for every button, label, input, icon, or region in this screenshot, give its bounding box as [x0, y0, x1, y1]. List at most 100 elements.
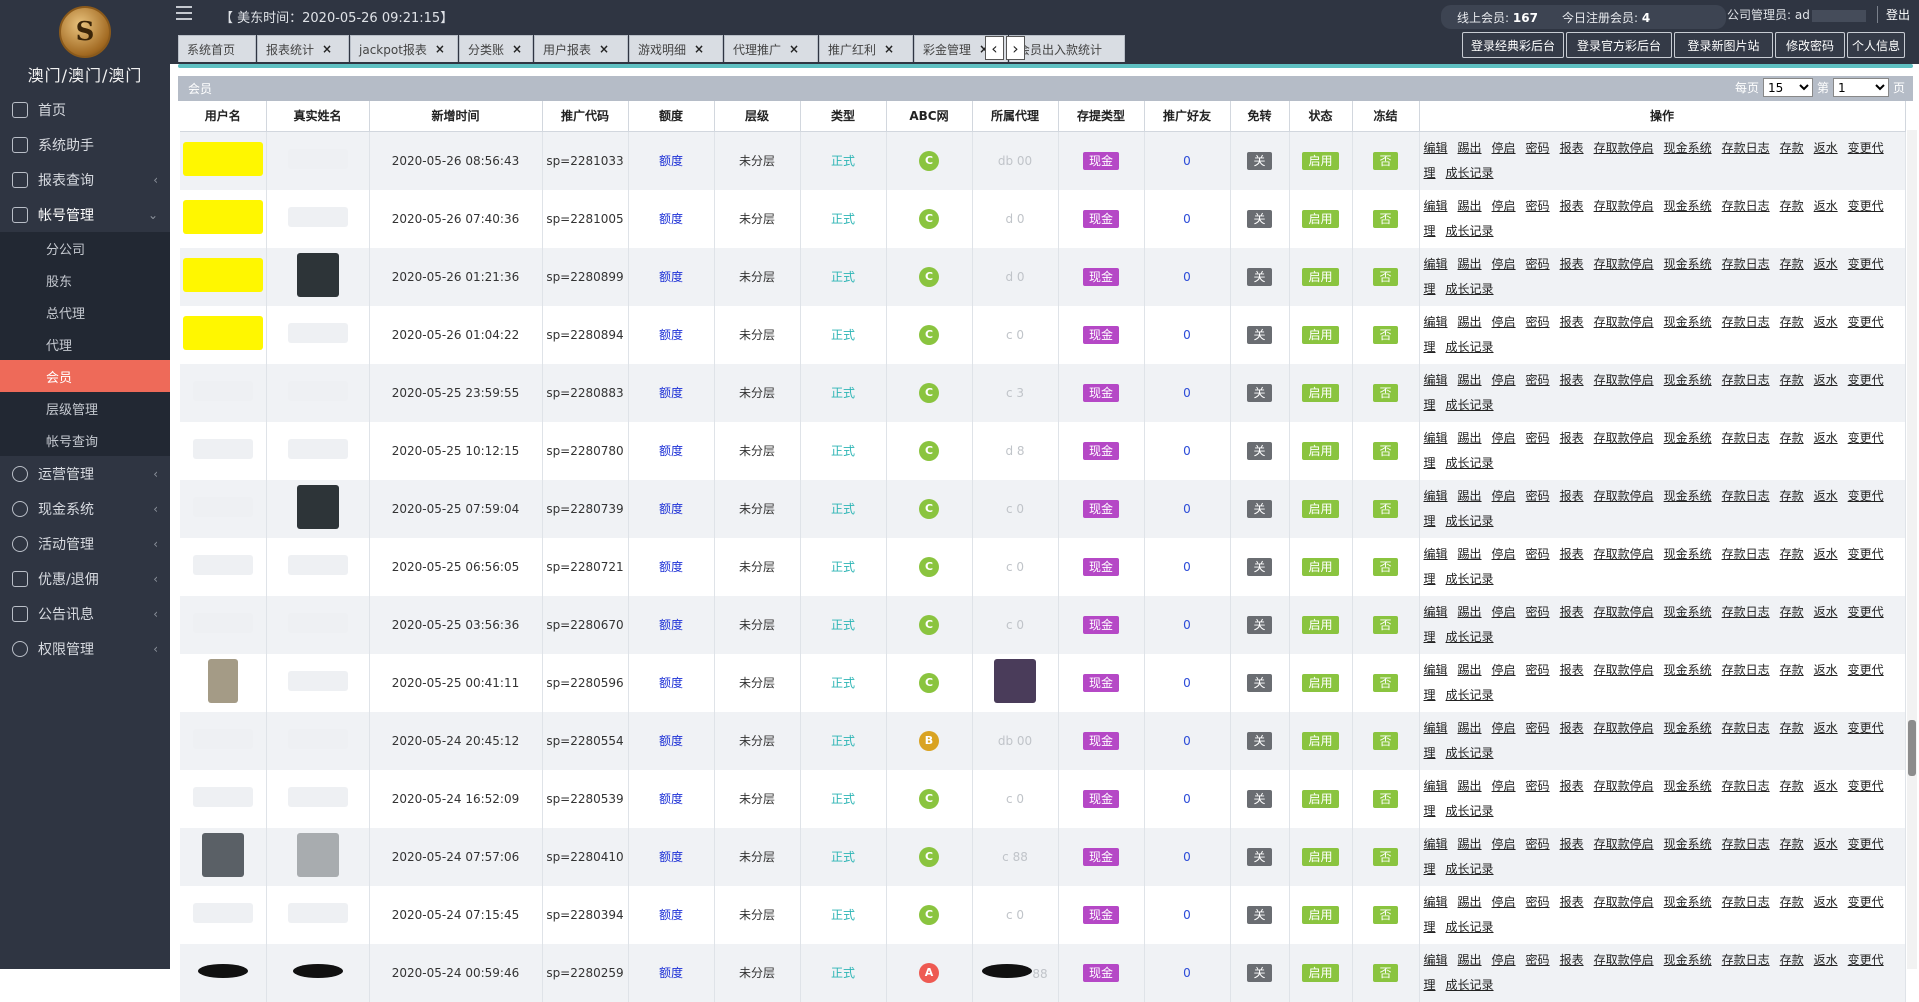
op-link-9[interactable]: 返水: [1814, 663, 1838, 677]
op-link-4[interactable]: 报表: [1560, 605, 1584, 619]
tab-prev-button[interactable]: ‹: [985, 36, 1004, 60]
status-badge[interactable]: 启用: [1302, 325, 1339, 344]
op-link-8[interactable]: 存款: [1780, 431, 1804, 445]
tab-6[interactable]: 代理推广 ×: [724, 35, 818, 62]
op-link-6[interactable]: 现金系统: [1664, 605, 1712, 619]
op-link-2[interactable]: 停启: [1492, 315, 1516, 329]
op-link-0[interactable]: 编辑: [1424, 895, 1448, 909]
op-link-6[interactable]: 现金系统: [1664, 141, 1712, 155]
frozen-badge[interactable]: 否: [1373, 905, 1398, 924]
friends-count[interactable]: 0: [1183, 328, 1191, 342]
op-link-8[interactable]: 存款: [1780, 373, 1804, 387]
op-link-0[interactable]: 编辑: [1424, 199, 1448, 213]
per-page-select[interactable]: 15: [1762, 78, 1813, 97]
close-icon[interactable]: ×: [884, 42, 894, 56]
friends-count[interactable]: 0: [1183, 502, 1191, 516]
free-transfer-toggle[interactable]: 关: [1247, 905, 1272, 924]
submenu-item-5[interactable]: 层级管理: [0, 392, 170, 424]
op-link-6[interactable]: 现金系统: [1664, 199, 1712, 213]
op-link-6[interactable]: 现金系统: [1664, 489, 1712, 503]
op-link-9[interactable]: 返水: [1814, 373, 1838, 387]
frozen-badge[interactable]: 否: [1373, 267, 1398, 286]
op-link-3[interactable]: 密码: [1526, 895, 1550, 909]
type-link[interactable]: 正式: [831, 734, 855, 748]
status-badge[interactable]: 启用: [1302, 615, 1339, 634]
op-link-7[interactable]: 存款日志: [1722, 315, 1770, 329]
type-link[interactable]: 正式: [831, 154, 855, 168]
tab-4[interactable]: 用户报表 ×: [534, 35, 628, 62]
free-transfer-toggle[interactable]: 关: [1247, 325, 1272, 344]
op-link-7[interactable]: 存款日志: [1722, 431, 1770, 445]
op-link-5[interactable]: 存取款停启: [1594, 721, 1654, 735]
op-link-8[interactable]: 存款: [1780, 953, 1804, 967]
op-link-7[interactable]: 存款日志: [1722, 779, 1770, 793]
op-link-9[interactable]: 返水: [1814, 953, 1838, 967]
op-link-11[interactable]: 成长记录: [1446, 688, 1494, 702]
status-badge[interactable]: 启用: [1302, 731, 1339, 750]
status-badge[interactable]: 启用: [1302, 441, 1339, 460]
status-badge[interactable]: 启用: [1302, 557, 1339, 576]
op-link-8[interactable]: 存款: [1780, 315, 1804, 329]
op-link-2[interactable]: 停启: [1492, 141, 1516, 155]
op-link-7[interactable]: 存款日志: [1722, 141, 1770, 155]
op-link-4[interactable]: 报表: [1560, 953, 1584, 967]
status-badge[interactable]: 启用: [1302, 151, 1339, 170]
status-badge[interactable]: 启用: [1302, 905, 1339, 924]
free-transfer-toggle[interactable]: 关: [1247, 789, 1272, 808]
page-select[interactable]: 1: [1832, 78, 1889, 97]
friends-count[interactable]: 0: [1183, 154, 1191, 168]
op-link-8[interactable]: 存款: [1780, 489, 1804, 503]
type-link[interactable]: 正式: [831, 792, 855, 806]
op-link-3[interactable]: 密码: [1526, 547, 1550, 561]
op-link-5[interactable]: 存取款停启: [1594, 373, 1654, 387]
op-link-1[interactable]: 踢出: [1458, 837, 1482, 851]
free-transfer-toggle[interactable]: 关: [1247, 557, 1272, 576]
action-button-3[interactable]: 修改密码: [1775, 32, 1845, 58]
type-link[interactable]: 正式: [831, 850, 855, 864]
op-link-9[interactable]: 返水: [1814, 257, 1838, 271]
submenu-item-3[interactable]: 代理: [0, 328, 170, 360]
op-link-2[interactable]: 停启: [1492, 547, 1516, 561]
op-link-7[interactable]: 存款日志: [1722, 489, 1770, 503]
op-link-3[interactable]: 密码: [1526, 605, 1550, 619]
tab-9[interactable]: 会员出入款统计: [1009, 35, 1125, 62]
op-link-0[interactable]: 编辑: [1424, 257, 1448, 271]
op-link-7[interactable]: 存款日志: [1722, 547, 1770, 561]
op-link-0[interactable]: 编辑: [1424, 373, 1448, 387]
frozen-badge[interactable]: 否: [1373, 789, 1398, 808]
friends-count[interactable]: 0: [1183, 444, 1191, 458]
op-link-4[interactable]: 报表: [1560, 257, 1584, 271]
sidebar-item-9[interactable]: 权限管理 ‹: [0, 631, 170, 666]
op-link-5[interactable]: 存取款停启: [1594, 141, 1654, 155]
op-link-0[interactable]: 编辑: [1424, 721, 1448, 735]
op-link-6[interactable]: 现金系统: [1664, 779, 1712, 793]
op-link-8[interactable]: 存款: [1780, 663, 1804, 677]
op-link-7[interactable]: 存款日志: [1722, 257, 1770, 271]
op-link-3[interactable]: 密码: [1526, 141, 1550, 155]
close-icon[interactable]: ×: [322, 42, 332, 56]
frozen-badge[interactable]: 否: [1373, 847, 1398, 866]
op-link-0[interactable]: 编辑: [1424, 837, 1448, 851]
op-link-7[interactable]: 存款日志: [1722, 663, 1770, 677]
free-transfer-toggle[interactable]: 关: [1247, 499, 1272, 518]
quota-link[interactable]: 额度: [659, 212, 683, 226]
friends-count[interactable]: 0: [1183, 676, 1191, 690]
quota-link[interactable]: 额度: [659, 560, 683, 574]
op-link-7[interactable]: 存款日志: [1722, 837, 1770, 851]
op-link-6[interactable]: 现金系统: [1664, 431, 1712, 445]
op-link-1[interactable]: 踢出: [1458, 257, 1482, 271]
op-link-8[interactable]: 存款: [1780, 895, 1804, 909]
submenu-item-0[interactable]: 分公司: [0, 232, 170, 264]
op-link-4[interactable]: 报表: [1560, 895, 1584, 909]
op-link-9[interactable]: 返水: [1814, 605, 1838, 619]
action-button-2[interactable]: 登录新图片站: [1674, 32, 1773, 58]
op-link-11[interactable]: 成长记录: [1446, 862, 1494, 876]
op-link-8[interactable]: 存款: [1780, 141, 1804, 155]
op-link-1[interactable]: 踢出: [1458, 605, 1482, 619]
op-link-11[interactable]: 成长记录: [1446, 166, 1494, 180]
op-link-6[interactable]: 现金系统: [1664, 663, 1712, 677]
type-link[interactable]: 正式: [831, 270, 855, 284]
op-link-6[interactable]: 现金系统: [1664, 953, 1712, 967]
frozen-badge[interactable]: 否: [1373, 325, 1398, 344]
op-link-0[interactable]: 编辑: [1424, 141, 1448, 155]
